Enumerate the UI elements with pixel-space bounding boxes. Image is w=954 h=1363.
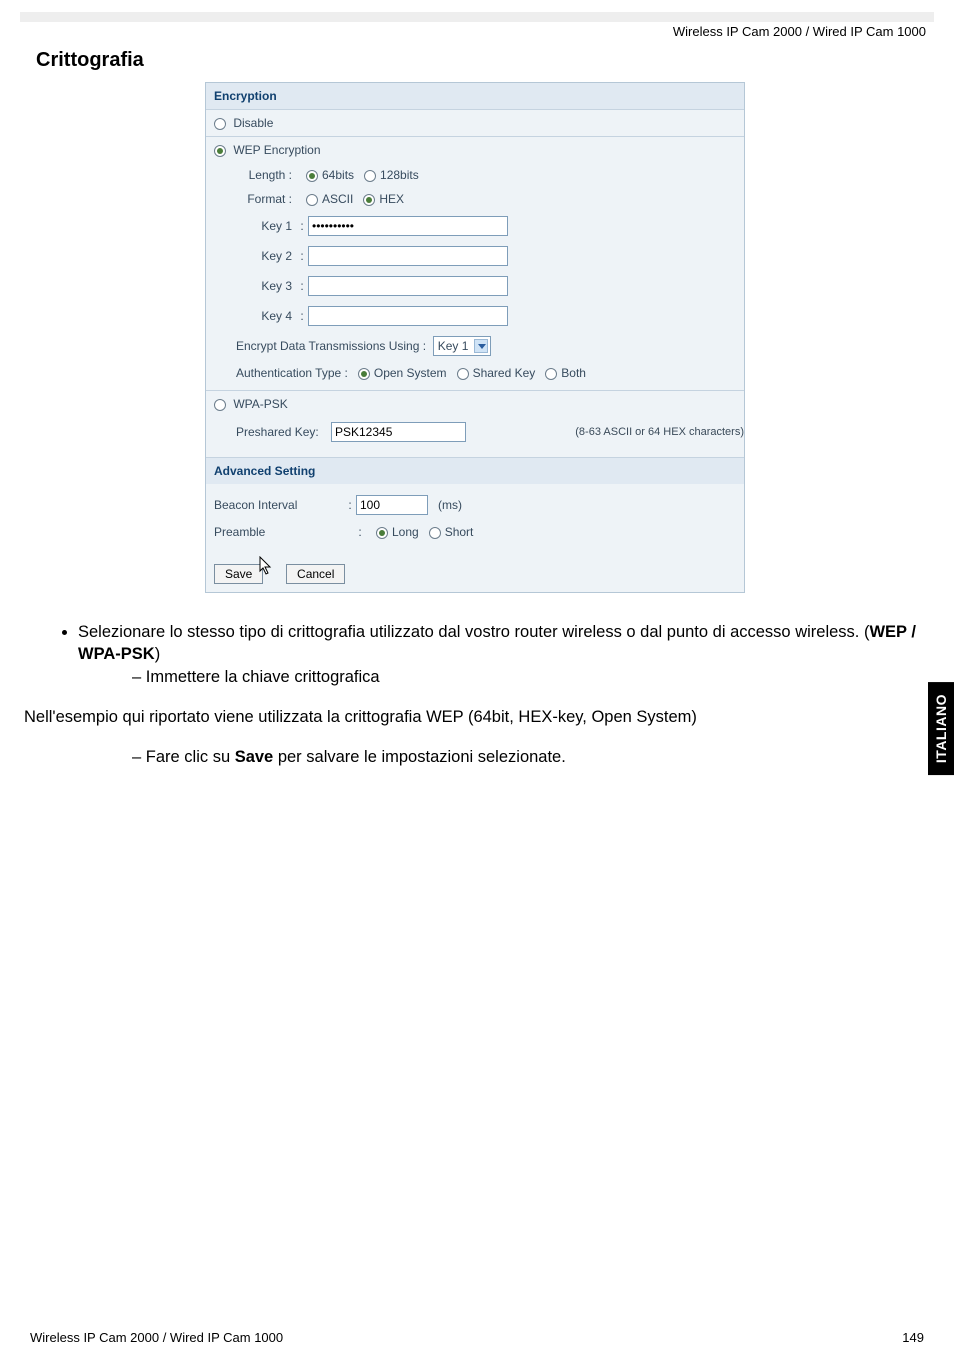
key2-label: Key 2 xyxy=(236,249,296,263)
length-128-label: 128bits xyxy=(380,168,419,182)
encrypt-using-value: Key 1 xyxy=(438,339,469,353)
wpa-label: WPA-PSK xyxy=(233,397,287,411)
example-paragraph: Nell'esempio qui riportato viene utilizz… xyxy=(24,706,924,728)
sub2-c: per salvare le impostazioni selezionate. xyxy=(273,748,566,766)
key3-label: Key 3 xyxy=(236,279,296,293)
header-product: Wireless IP Cam 2000 / Wired IP Cam 1000 xyxy=(0,22,954,45)
key4-label: Key 4 xyxy=(236,309,296,323)
beacon-unit: (ms) xyxy=(438,498,462,512)
sub2-b: Save xyxy=(235,748,274,766)
beacon-input[interactable] xyxy=(356,495,428,515)
disable-radio[interactable] xyxy=(214,118,226,130)
bullet-text-a: Selezionare lo stesso tipo di crittograf… xyxy=(78,623,869,641)
preamble-long-label: Long xyxy=(392,525,419,539)
top-stripe xyxy=(20,12,934,22)
encrypt-using-label: Encrypt Data Transmissions Using : xyxy=(236,339,426,353)
encryption-panel: Encryption Disable WEP Encryption Length… xyxy=(205,82,745,593)
beacon-label: Beacon Interval xyxy=(214,498,344,512)
save-button[interactable]: Save xyxy=(214,564,263,584)
auth-both-label: Both xyxy=(561,366,586,380)
format-hex-label: HEX xyxy=(379,192,404,206)
auth-open-label: Open System xyxy=(374,366,447,380)
length-label: Length : xyxy=(236,168,296,182)
section-title: Crittografia xyxy=(0,49,954,72)
psk-label: Preshared Key: xyxy=(236,425,331,439)
encrypt-using-select[interactable]: Key 1 xyxy=(433,336,492,356)
wep-label: WEP Encryption xyxy=(233,143,320,157)
language-tab: ITALIANO xyxy=(928,682,954,775)
format-label: Format : xyxy=(236,192,296,206)
sub-bullet-1: Immettere la chiave crittografica xyxy=(132,666,924,688)
preamble-short-radio[interactable] xyxy=(429,527,441,539)
wpa-radio[interactable] xyxy=(214,399,226,411)
auth-shared-label: Shared Key xyxy=(473,366,536,380)
preamble-label: Preamble xyxy=(214,525,344,539)
psk-input[interactable] xyxy=(331,422,466,442)
length-64-radio[interactable] xyxy=(306,170,318,182)
chevron-down-icon xyxy=(474,339,488,353)
cancel-button[interactable]: Cancel xyxy=(286,564,345,584)
body-text: Selezionare lo stesso tipo di crittograf… xyxy=(30,621,924,768)
key3-input[interactable] xyxy=(308,276,508,296)
advanced-header: Advanced Setting xyxy=(206,457,744,484)
key1-input[interactable] xyxy=(308,216,508,236)
cursor-icon xyxy=(259,556,275,576)
psk-hint: (8-63 ASCII or 64 HEX characters) xyxy=(575,426,744,438)
key1-label: Key 1 xyxy=(236,219,296,233)
length-128-radio[interactable] xyxy=(364,170,376,182)
auth-open-radio[interactable] xyxy=(358,368,370,380)
bullet-text-c: ) xyxy=(155,645,161,663)
auth-shared-radio[interactable] xyxy=(457,368,469,380)
format-ascii-label: ASCII xyxy=(322,192,353,206)
format-ascii-radio[interactable] xyxy=(306,194,318,206)
sub2-a: Fare clic su xyxy=(146,748,235,766)
preamble-long-radio[interactable] xyxy=(376,527,388,539)
wep-radio[interactable] xyxy=(214,145,226,157)
format-hex-radio[interactable] xyxy=(363,194,375,206)
disable-label: Disable xyxy=(233,116,273,130)
auth-type-label: Authentication Type : xyxy=(236,366,348,380)
key4-input[interactable] xyxy=(308,306,508,326)
auth-both-radio[interactable] xyxy=(545,368,557,380)
preamble-short-label: Short xyxy=(445,525,474,539)
length-64-label: 64bits xyxy=(322,168,354,182)
key2-input[interactable] xyxy=(308,246,508,266)
footer-left: Wireless IP Cam 2000 / Wired IP Cam 1000 xyxy=(30,1330,283,1345)
encryption-header: Encryption xyxy=(206,83,744,109)
footer-page: 149 xyxy=(902,1330,924,1345)
